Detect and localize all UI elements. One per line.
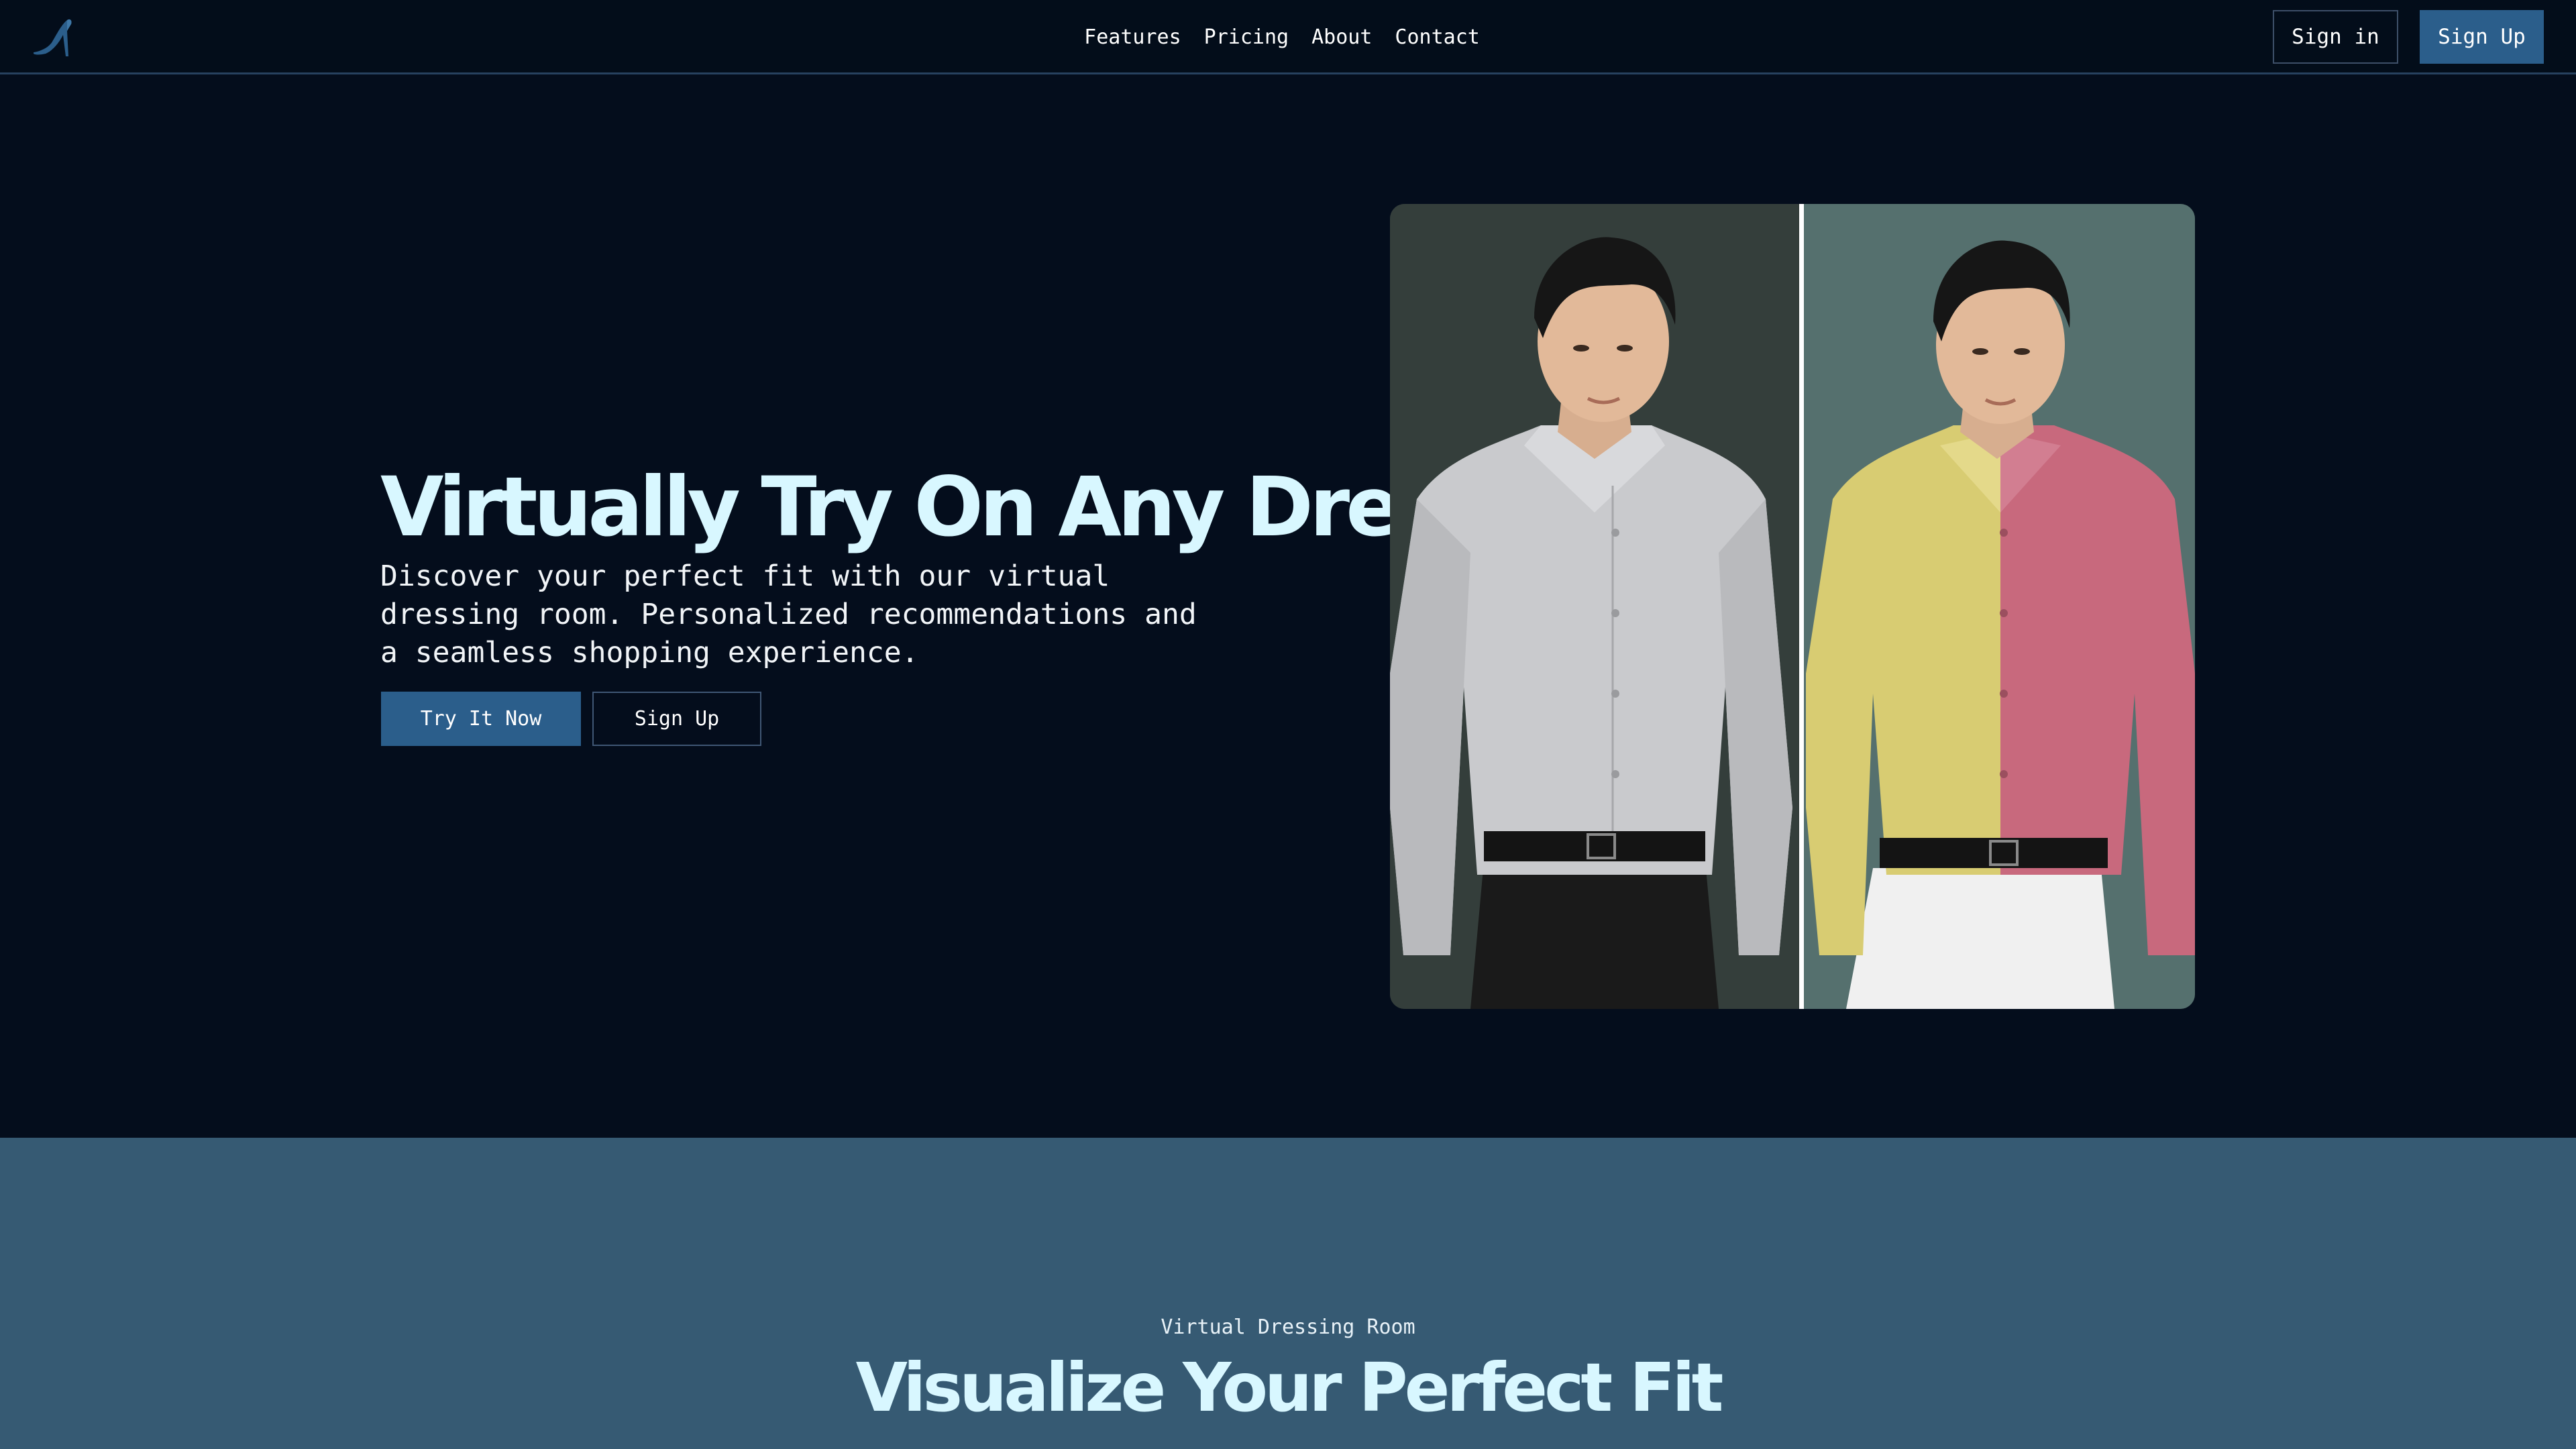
try-it-now-button[interactable]: Try It Now bbox=[381, 692, 581, 746]
nav-about[interactable]: About bbox=[1311, 24, 1372, 51]
hero-section: Virtually Try On Any Dress Discover your… bbox=[0, 74, 2576, 1138]
sign-in-button[interactable]: Sign in bbox=[2273, 10, 2398, 64]
main-nav: Features Pricing About Contact bbox=[0, 24, 2576, 51]
section-title: Visualize Your Perfect Fit bbox=[855, 1348, 1724, 1427]
nav-features[interactable]: Features bbox=[1084, 24, 1181, 51]
nav-contact[interactable]: Contact bbox=[1395, 24, 1479, 51]
site-header: Features Pricing About Contact Sign in S… bbox=[0, 0, 2576, 74]
nav-pricing[interactable]: Pricing bbox=[1204, 24, 1289, 51]
hero-title: Virtually Try On Any Dress bbox=[380, 460, 1491, 555]
before-after-shirt-comparison bbox=[1390, 204, 2195, 1009]
section-eyebrow: Virtual Dressing Room bbox=[1161, 1316, 1415, 1339]
virtual-dressing-room-section: Virtual Dressing Room Visualize Your Per… bbox=[0, 1138, 2576, 1449]
hero-sign-up-button[interactable]: Sign Up bbox=[592, 692, 761, 746]
hero-description: Discover your perfect fit with our virtu… bbox=[380, 559, 1197, 669]
sign-up-button[interactable]: Sign Up bbox=[2420, 10, 2544, 64]
